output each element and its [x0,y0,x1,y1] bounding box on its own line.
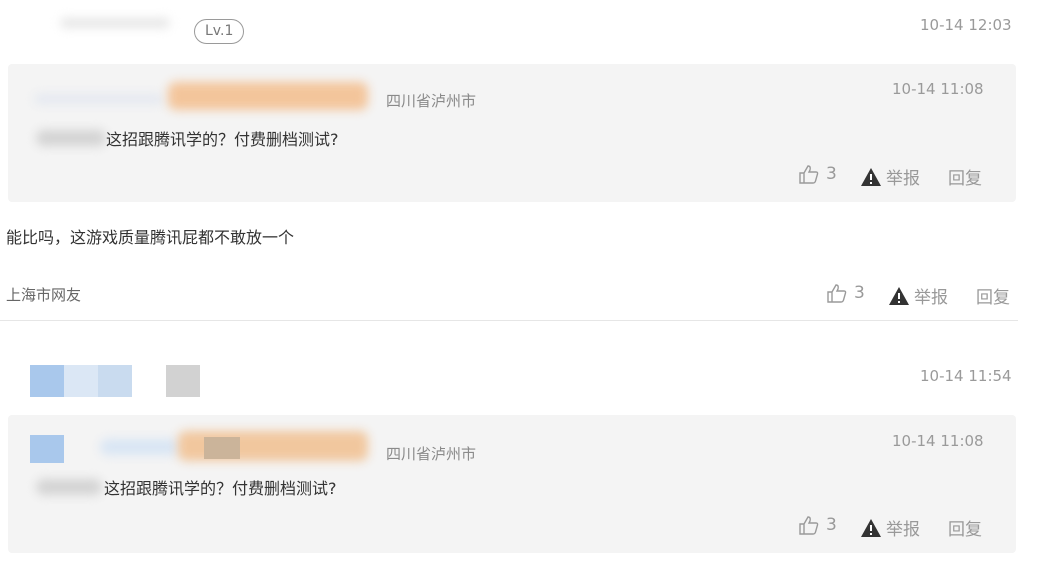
quote-like-count: 3 [826,164,837,184]
redacted-avatar-block-1 [30,365,64,397]
quote-location: 四川省泸州市 [386,445,477,463]
like-button[interactable]: 3 [826,283,865,303]
report-label: 举报 [914,288,948,308]
quote-location: 四川省泸州市 [386,92,477,110]
quote-like-count: 3 [826,515,837,535]
quote-time: 10-14 11:08 [892,432,984,450]
report-button[interactable]: 举报 [888,283,948,308]
redacted-quote-nickname [168,82,368,110]
redacted-avatar-block-4 [166,365,200,397]
warning-icon [861,167,881,186]
warning-icon [889,286,909,305]
quote-text: 这招跟腾讯学的？付费删档测试? [104,479,337,498]
level-badge: Lv.1 [194,19,245,44]
quote-text: 这招跟腾讯学的？付费删档测试? [106,130,339,149]
quoted-comment: 四川省泸州市 10-14 11:08 这招跟腾讯学的？付费删档测试? 3 举报 … [8,64,1016,202]
thumbs-up-icon [827,284,847,303]
quote-report-button[interactable]: 举报 [860,164,920,189]
comment-text: 能比吗，这游戏质量腾讯屁都不敢放一个 [6,228,295,247]
warning-icon [861,518,881,537]
quote-reply-button[interactable]: 回复 [948,164,982,189]
quote-like-button[interactable]: 3 [798,164,837,184]
comment-divider [0,320,1018,321]
quote-report-label: 举报 [886,520,920,540]
quoted-comment: 四川省泸州市 10-14 11:08 这招跟腾讯学的？付费删档测试? 3 举报 … [8,415,1016,553]
redacted-quote-prefix [36,130,106,146]
redacted-quote-username [34,94,164,104]
comment-location: 上海市网友 [6,286,82,304]
thumbs-up-icon [799,516,819,535]
redacted-quote-prefix [36,479,102,495]
quote-time: 10-14 11:08 [892,80,984,98]
redacted-username [60,18,170,28]
like-count: 3 [854,283,865,303]
redacted-quote-username [100,439,180,455]
quote-like-button[interactable]: 3 [798,515,837,535]
reply-button[interactable]: 回复 [976,283,1010,308]
thumbs-up-icon [799,165,819,184]
redacted-quote-block-1 [30,435,64,463]
comment-time: 10-14 11:54 [920,367,1012,385]
quote-reply-button[interactable]: 回复 [948,515,982,540]
comment-time: 10-14 12:03 [920,16,1012,34]
redacted-avatar-block-2 [64,365,98,397]
quote-report-label: 举报 [886,169,920,189]
redacted-quote-block-2 [204,437,240,459]
quote-report-button[interactable]: 举报 [860,515,920,540]
redacted-avatar-block-3 [98,365,132,397]
